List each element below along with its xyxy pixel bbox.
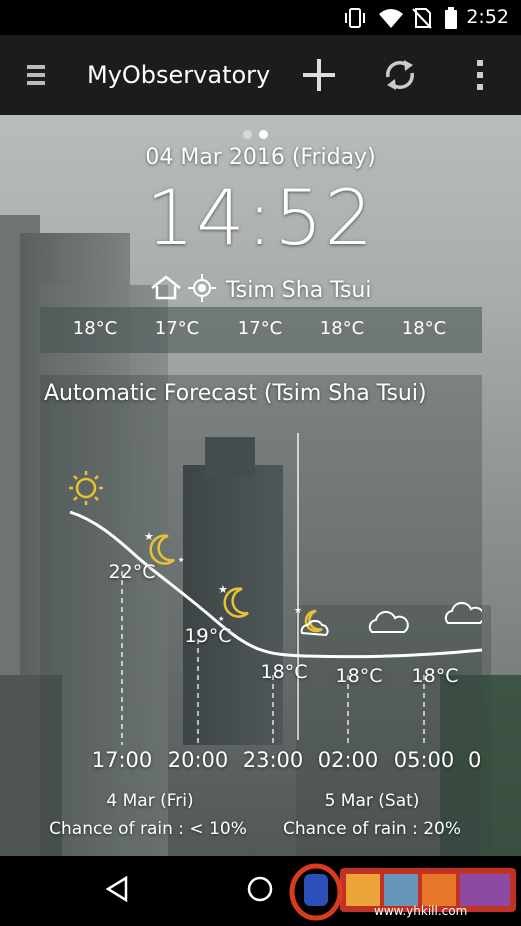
current-time: 14:52 [145,173,376,262]
strip-temp: 18°C [401,318,447,339]
day-rain-chance: Chance of rain : 20% [282,819,462,839]
refresh-button[interactable] [378,55,422,99]
add-location-button[interactable] [297,55,341,99]
night-clear-icon: ★ ★ [144,530,184,565]
day-rain-chance: Chance of rain : < 10% [49,819,247,839]
overflow-menu-button[interactable] [458,55,502,99]
daily-summary: 4 Mar (Fri) Chance of rain : < 10% 5 Mar… [40,783,482,856]
forecast-temp: 18°C [335,665,383,687]
vibrate-icon [343,7,367,33]
strip-temp: 18°C [72,318,118,339]
temperature-strip: 18°C 17°C 17°C 18°C 18°C [40,307,482,353]
menu-button[interactable] [14,55,58,99]
forecast-hour: 23:00 [242,748,304,772]
back-button[interactable] [97,874,137,908]
automatic-forecast-panel[interactable]: Automatic Forecast (Tsim Sha Tsui) ★ ★ ★… [40,375,482,856]
day-date: 4 Mar (Fri) [106,791,194,811]
location-row[interactable]: Tsim Sha Tsui [150,274,372,306]
refresh-icon [382,57,418,97]
forecast-hour: 20:00 [167,748,229,772]
status-bar: 2:52 [0,0,521,35]
night-partly-cloudy-icon: ★ [294,606,329,637]
svg-text:★: ★ [144,530,154,543]
wifi-icon [378,7,404,33]
location-name: Tsim Sha Tsui [226,277,372,303]
page-dot-active [259,130,268,139]
app-title: MyObservatory [87,61,271,89]
page-indicator [243,130,268,139]
svg-text:★: ★ [218,583,228,596]
home-icon [246,875,274,907]
forecast-hour: 05:00 [393,748,455,772]
svg-text:★: ★ [218,615,224,623]
forecast-hour: 17:00 [91,748,153,772]
forecast-temp: 22°C [108,561,156,583]
svg-text:★: ★ [294,606,302,616]
system-nav-bar: www.yhkill.com [0,856,521,926]
forecast-temp: 19°C [184,625,232,647]
battery-icon [444,7,458,33]
watermark-logo: www.yhkill.com [280,860,520,922]
sunny-icon [69,471,103,505]
night-clear-icon: ★ ★ [218,583,249,623]
temperature-curve [69,510,482,659]
home-button[interactable] [240,874,280,908]
app-bar: MyObservatory [0,35,521,115]
overflow-menu-icon [475,58,485,96]
cloudy-icon [444,601,482,624]
weather-page[interactable]: 04 Mar 2016 (Friday) 14:52 Tsim Sha Tsui… [0,115,521,856]
back-icon [104,875,130,907]
forecast-temp: 18°C [260,661,308,683]
add-icon [301,57,337,97]
page-dot [243,130,252,139]
strip-temp: 17°C [154,318,200,339]
strip-temp: 17°C [237,318,283,339]
forecast-hour: 0 [468,748,482,772]
home-location-icon [150,275,182,305]
forecast-temp: 18°C [411,665,459,687]
status-time: 2:52 [466,6,509,28]
current-date: 04 Mar 2016 (Friday) [145,145,376,170]
strip-temp: 18°C [319,318,365,339]
menu-icon [27,63,45,91]
watermark-domain: www.yhkill.com [374,904,468,918]
gps-icon [188,274,216,306]
svg-text:★: ★ [178,556,184,564]
forecast-hour: 02:00 [317,748,379,772]
day-date: 5 Mar (Sat) [324,791,420,811]
cloudy-icon [368,610,409,633]
no-sim-icon [411,7,433,33]
